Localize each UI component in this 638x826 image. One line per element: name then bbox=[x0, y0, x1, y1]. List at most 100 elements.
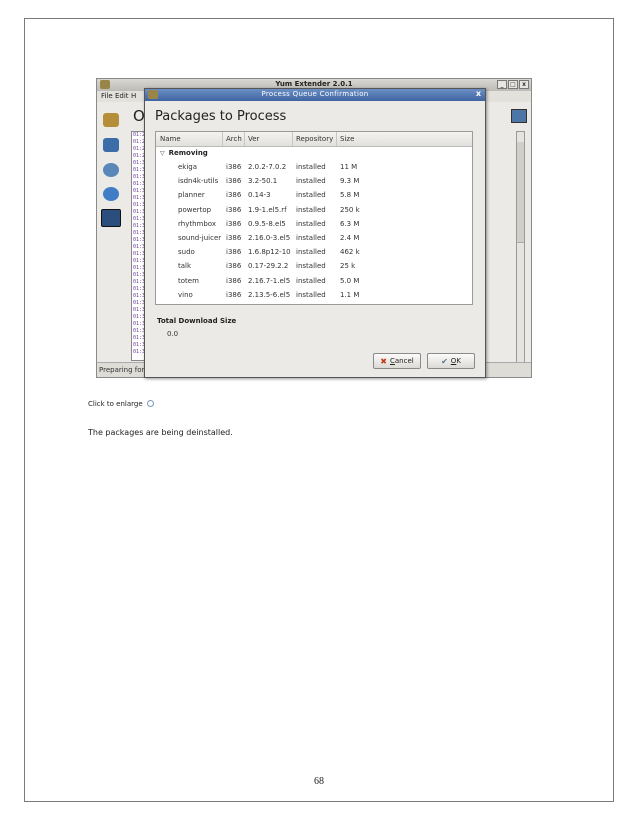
cancel-button-label: Cancel bbox=[389, 357, 414, 365]
cell-arch: i386 bbox=[226, 205, 242, 214]
table-row[interactable]: sound-juicer i386 2.16.0-3.el5 installed 2.4… bbox=[156, 232, 472, 246]
cell-ver: 0.14-3 bbox=[248, 191, 271, 200]
cell-repository: installed bbox=[296, 234, 326, 242]
cell-name: totem bbox=[178, 276, 199, 285]
window-controls: _ □ x bbox=[497, 80, 529, 89]
column-divider bbox=[336, 132, 337, 146]
cell-repository: installed bbox=[296, 177, 326, 186]
scrollbar-thumb[interactable] bbox=[517, 142, 524, 243]
cell-name: sudo bbox=[178, 248, 195, 257]
expander-down-icon[interactable]: ▽ bbox=[160, 150, 165, 157]
dialog-heading: Packages to Process bbox=[155, 109, 287, 124]
cancel-button[interactable]: ✖ Cancel bbox=[373, 353, 421, 369]
cell-arch: i386 bbox=[226, 219, 242, 228]
group-label: Removing bbox=[168, 149, 208, 157]
cell-name: talk bbox=[178, 262, 192, 271]
cell-ver: 2.0.2-7.0.2 bbox=[248, 163, 287, 171]
cell-name: planner bbox=[178, 191, 205, 200]
main-window-title: Yum Extender 2.0.1 bbox=[275, 80, 353, 88]
body-text: The packages are being deinstalled. bbox=[88, 428, 233, 437]
cell-name: isdn4k-utils bbox=[178, 177, 219, 186]
network-globe-icon[interactable] bbox=[103, 187, 119, 201]
table-row[interactable]: talk i386 0.17-29.2.2 installed 25 k bbox=[156, 260, 472, 274]
cell-repository: installed bbox=[296, 205, 326, 214]
view-switcher bbox=[97, 103, 123, 363]
package-box-icon[interactable] bbox=[103, 113, 119, 127]
cell-size: 5.0 M bbox=[340, 276, 360, 285]
dialog-title: Process Queue Confirmation bbox=[261, 90, 369, 98]
cell-repository: installed bbox=[296, 276, 326, 285]
column-ver[interactable]: Ver bbox=[248, 135, 259, 143]
folder-icon[interactable] bbox=[103, 138, 119, 152]
cell-arch: i386 bbox=[226, 290, 242, 299]
process-queue-dialog: Process Queue Confirmation x Packages to… bbox=[144, 88, 486, 378]
cell-size: 2.4 M bbox=[340, 234, 360, 242]
cell-arch: i386 bbox=[226, 248, 242, 257]
ok-button[interactable]: ✔ OK bbox=[427, 353, 475, 369]
column-divider bbox=[222, 132, 223, 146]
output-monitor-icon[interactable] bbox=[101, 209, 121, 227]
cell-size: 9.3 M bbox=[340, 177, 360, 186]
column-divider bbox=[244, 132, 245, 146]
column-repository[interactable]: Repository bbox=[296, 135, 333, 143]
packages-table: Name Arch Ver Repository Size ▽ Removing … bbox=[155, 131, 473, 305]
cell-repository: installed bbox=[296, 219, 326, 228]
column-size[interactable]: Size bbox=[340, 135, 354, 143]
table-row[interactable]: totem i386 2.16.7-1.el5 installed 5.0 M bbox=[156, 275, 472, 289]
cell-size: 250 k bbox=[340, 205, 360, 214]
column-name[interactable]: Name bbox=[160, 135, 181, 143]
table-row[interactable]: vino i386 2.13.5-6.el5 installed 1.1 M bbox=[156, 289, 472, 303]
total-download-size-value: 0.0 bbox=[167, 330, 179, 338]
cell-repository: installed bbox=[296, 262, 326, 271]
ok-button-label: OK bbox=[450, 357, 461, 365]
cell-arch: i386 bbox=[226, 276, 242, 285]
table-row[interactable]: sudo i386 1.6.8p12-10 installed 462 k bbox=[156, 246, 472, 260]
minimize-button[interactable]: _ bbox=[497, 80, 507, 89]
click-to-enlarge-link[interactable]: Click to enlarge bbox=[88, 399, 154, 408]
cell-repository: installed bbox=[296, 248, 326, 257]
cell-size: 25 k bbox=[340, 262, 356, 271]
table-row[interactable]: rhythmbox i386 0.9.5-8.el5 installed 6.3 M bbox=[156, 218, 472, 232]
close-button[interactable]: x bbox=[519, 80, 529, 89]
table-row[interactable]: powertop i386 1.9-1.el5.rf installed 250 k bbox=[156, 204, 472, 218]
cell-name: rhythmbox bbox=[178, 219, 216, 228]
cell-ver: 3.2-50.1 bbox=[248, 177, 278, 186]
cell-ver: 1.9-1.el5.rf bbox=[248, 205, 287, 214]
cell-repository: installed bbox=[296, 163, 326, 171]
cell-repository: installed bbox=[296, 191, 326, 200]
activity-monitor-icon[interactable] bbox=[511, 109, 527, 123]
menu-edit[interactable]: Edit bbox=[115, 92, 129, 100]
cell-name: powertop bbox=[178, 205, 212, 214]
cell-arch: i386 bbox=[226, 262, 242, 271]
cell-name: sound-juicer bbox=[178, 234, 222, 242]
cell-ver: 2.16.7-1.el5 bbox=[248, 276, 291, 285]
group-removing[interactable]: ▽ Removing bbox=[160, 149, 208, 157]
cell-arch: i386 bbox=[226, 234, 242, 242]
total-download-size-label: Total Download Size bbox=[157, 317, 237, 325]
cell-size: 6.3 M bbox=[340, 219, 360, 228]
column-arch[interactable]: Arch bbox=[226, 135, 242, 143]
menu-help[interactable]: H bbox=[131, 92, 136, 100]
cell-arch: i386 bbox=[226, 191, 242, 200]
maximize-button[interactable]: □ bbox=[508, 80, 518, 89]
table-header: Name Arch Ver Repository Size bbox=[156, 132, 472, 147]
cell-name: vino bbox=[178, 290, 193, 299]
repository-globe-icon[interactable] bbox=[103, 163, 119, 177]
cell-name: ekiga bbox=[178, 163, 198, 171]
dialog-close-icon[interactable]: x bbox=[476, 89, 481, 98]
caption-text: Click to enlarge bbox=[88, 400, 143, 408]
menu-file[interactable]: File bbox=[101, 92, 113, 100]
table-row[interactable]: isdn4k-utils i386 3.2-50.1 installed 9.3 M bbox=[156, 175, 472, 189]
scrollbar[interactable] bbox=[516, 131, 525, 363]
table-row[interactable]: planner i386 0.14-3 installed 5.8 M bbox=[156, 189, 472, 203]
table-row[interactable]: ekiga i386 2.0.2-7.0.2 installed 11 M bbox=[156, 161, 472, 175]
status-text: Preparing for bbox=[99, 366, 145, 374]
cell-ver: 2.16.0-3.el5 bbox=[248, 234, 291, 242]
cell-arch: i386 bbox=[226, 177, 242, 186]
cell-size: 11 M bbox=[340, 163, 358, 171]
cell-ver: 2.13.5-6.el5 bbox=[248, 290, 291, 299]
cell-ver: 0.9.5-8.el5 bbox=[248, 219, 286, 228]
cancel-x-icon: ✖ bbox=[380, 356, 387, 366]
cell-ver: 1.6.8p12-10 bbox=[248, 248, 291, 257]
cell-ver: 0.17-29.2.2 bbox=[248, 262, 289, 271]
